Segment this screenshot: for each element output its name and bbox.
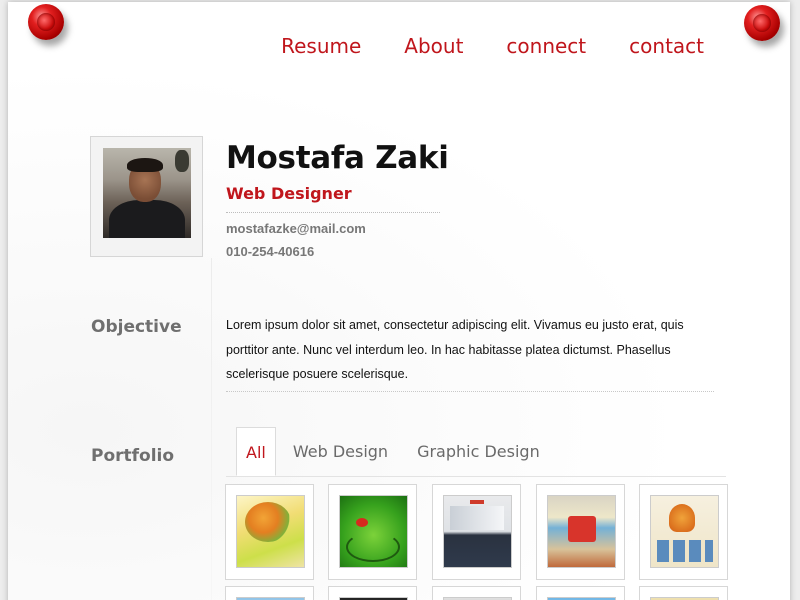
nav-link-about[interactable]: About [404,34,463,58]
tab-all[interactable]: All [236,427,276,476]
thumbnail-image [650,495,719,568]
nav-link-resume[interactable]: Resume [281,34,361,58]
portfolio-thumbnail[interactable] [328,484,417,580]
profile-photo [103,148,191,238]
top-navigation: Resume About connect contact [238,34,704,58]
profile-phone: 010-254-40616 [226,244,315,259]
objective-text: Lorem ipsum dolor sit amet, consectetur … [226,318,684,381]
portfolio-thumbnail[interactable] [536,586,625,600]
portfolio-thumbnail[interactable] [225,586,314,600]
nav-link-connect[interactable]: connect [506,34,586,58]
portfolio-thumbnail[interactable] [432,586,521,600]
profile-photo-frame [90,136,203,257]
profile-title: Web Designer [226,184,352,203]
pushpin-icon [744,5,780,41]
divider [226,212,440,213]
thumbnail-image [443,495,512,568]
vertical-divider [211,258,212,600]
portfolio-thumbnail[interactable] [225,484,314,580]
divider [226,391,714,392]
thumbnail-image [547,495,616,568]
portfolio-thumbnail[interactable] [536,484,625,580]
portfolio-thumbnail[interactable] [432,484,521,580]
pushpin-icon [28,4,64,40]
tab-graphic-design[interactable]: Graphic Design [408,427,549,476]
thumbnail-image [339,495,408,568]
nav-link-contact[interactable]: contact [629,34,704,58]
portfolio-heading: Portfolio [91,446,175,466]
tabs-underline [226,476,726,477]
thumbnail-image [236,495,305,568]
portfolio-thumbnail[interactable] [328,586,417,600]
objective-heading: Objective [91,317,182,337]
profile-name: Mostafa Zaki [226,140,449,176]
tab-web-design[interactable]: Web Design [284,427,397,476]
portfolio-thumbnail[interactable] [639,484,728,580]
profile-email[interactable]: mostafazke@mail.com [226,221,366,236]
portfolio-filter-tabs: All Web Design Graphic Design [236,427,560,476]
portfolio-thumbnail[interactable] [639,586,728,600]
